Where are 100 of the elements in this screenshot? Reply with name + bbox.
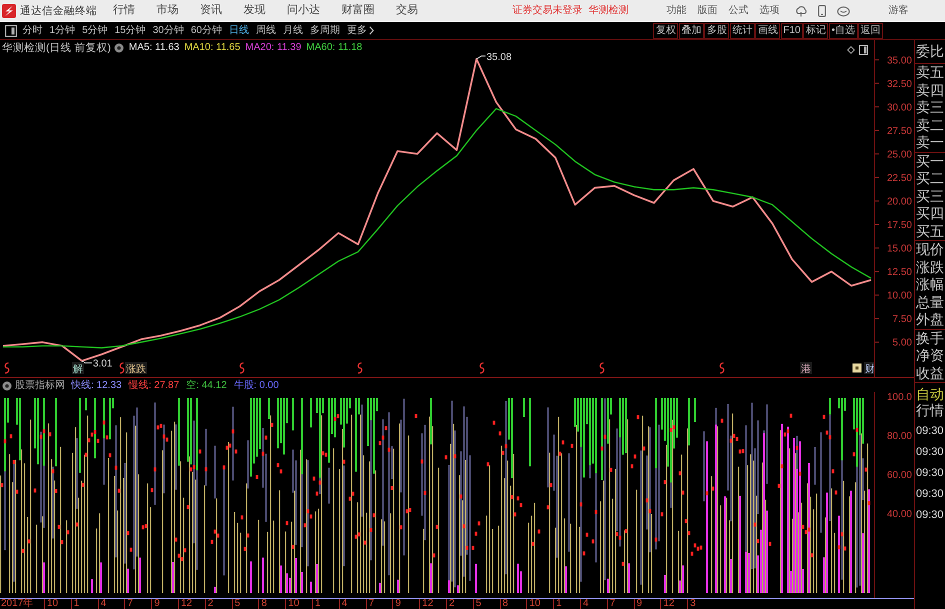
logo-icon: [2, 4, 16, 18]
indicator-value: 牛股: 0.00: [234, 380, 279, 392]
period-tab[interactable]: 15分钟: [111, 22, 150, 38]
period-tab[interactable]: 30分钟: [149, 22, 188, 38]
event-marker-icon[interactable]: [480, 362, 484, 374]
toolbar-button[interactable]: 叠加: [678, 22, 704, 38]
indicator-axis-label: 60.00: [886, 470, 913, 483]
status-notice: 华测检测: [588, 5, 628, 17]
quote-field-label: 买五: [915, 222, 945, 240]
period-tab[interactable]: 分时: [19, 22, 46, 38]
trade-time: 09:30: [915, 424, 945, 439]
period-tab[interactable]: 日线: [226, 22, 252, 38]
price-axis-label: 17.50: [886, 220, 912, 231]
menu-item[interactable]: 功能: [666, 5, 686, 17]
toolbar-button[interactable]: 多股: [704, 22, 730, 38]
indicator-value: 空: 44.12: [186, 380, 227, 392]
quote-field-label: 现价: [915, 241, 945, 258]
price-axis-label: 22.50: [886, 172, 912, 184]
price-axis-label: 35.00: [886, 55, 912, 66]
indicator-value: 快线: 12.33: [71, 380, 122, 392]
price-axis-label: 10.00: [886, 290, 912, 302]
event-marker-icon[interactable]: [4, 362, 10, 374]
price-axis-label: 32.50: [886, 78, 912, 90]
period-tab[interactable]: 5分钟: [78, 22, 112, 38]
period-tab[interactable]: 月线: [280, 22, 306, 38]
message-icon[interactable]: [836, 6, 850, 16]
price-axis-label: 20.00: [886, 196, 912, 208]
cloud-icon[interactable]: [794, 5, 806, 17]
leader-line: [81, 360, 92, 364]
date-axis-label: 7: [124, 599, 152, 609]
note-icon[interactable]: [852, 364, 862, 372]
date-axis-label: 7: [366, 599, 392, 609]
moving-average-value: MA5: 11.63: [128, 42, 180, 54]
period-tab[interactable]: 1分钟: [46, 22, 79, 38]
status-notice: 证券交易未登录: [512, 5, 582, 17]
toolbar-button[interactable]: •自选: [828, 22, 858, 38]
toolbar-button[interactable]: F10: [780, 22, 803, 38]
toolbar-button[interactable]: 标记: [803, 22, 828, 38]
menu-item[interactable]: 选项: [760, 5, 780, 17]
trade-time: 09:30: [915, 466, 945, 481]
phone-icon[interactable]: [818, 5, 826, 17]
menu-item[interactable]: 资讯: [200, 4, 222, 18]
quote-field-label: 换手: [915, 330, 945, 347]
event-marker-icon[interactable]: [358, 362, 362, 374]
event-marker-icon[interactable]: [600, 362, 604, 374]
toolbar-button[interactable]: 统计: [730, 22, 755, 38]
stock-title: 华测检测(日线 前复权): [2, 42, 111, 55]
event-tag[interactable]: 解: [72, 362, 84, 375]
quote-field-label: 买一: [915, 152, 945, 170]
date-axis-label: 7: [606, 599, 634, 609]
menu-item[interactable]: 版面: [698, 5, 718, 17]
event-marker-icon[interactable]: [240, 362, 244, 374]
panel-icon[interactable]: [5, 24, 17, 36]
menu-item[interactable]: 行情: [113, 4, 135, 18]
event-marker-icon[interactable]: [720, 362, 724, 374]
price-axis-label: 30.00: [886, 102, 912, 114]
quote-mode-label[interactable]: 行情: [915, 402, 945, 418]
date-axis-label: 4: [338, 599, 366, 609]
panel-icon[interactable]: [859, 45, 868, 55]
date-axis-label: 8: [258, 599, 286, 609]
toolbar-button[interactable]: 画线: [755, 22, 780, 38]
more-button[interactable]: 更多: [344, 22, 378, 38]
diamond-icon[interactable]: [847, 46, 855, 54]
date-axis-label: 4: [98, 599, 124, 609]
menu-item[interactable]: 财富圈: [342, 4, 374, 18]
date-axis-label: 9: [634, 599, 660, 609]
toolbar-button[interactable]: 返回: [858, 22, 883, 38]
date-axis-label: 1: [553, 599, 580, 609]
quote-mode-label[interactable]: 自动: [915, 386, 945, 402]
quote-field-label: 委比: [915, 42, 945, 61]
menu-item[interactable]: 公式: [728, 5, 748, 17]
date-axis-label: 12: [419, 599, 446, 609]
guest-login-link[interactable]: 游客: [888, 5, 908, 17]
period-tab[interactable]: 多周期: [306, 22, 344, 38]
menu-item[interactable]: 问小达: [287, 4, 320, 18]
menu-item[interactable]: 市场: [156, 4, 178, 18]
app-title: 通达信金融终端: [20, 4, 98, 18]
settings-icon[interactable]: [2, 381, 12, 391]
quote-field-label: 外盘: [915, 311, 945, 328]
low-price-label: 3.01: [92, 358, 112, 370]
period-tab[interactable]: 周线: [252, 22, 280, 38]
event-tag[interactable]: 涨跌: [125, 362, 147, 375]
toolbar-button[interactable]: 复权: [653, 22, 678, 38]
price-axis-label: 5.00: [892, 338, 912, 349]
date-axis-label: 2017年: [0, 599, 34, 609]
date-axis-label: 3: [687, 599, 714, 609]
peak-price-label: 35.08: [486, 52, 512, 63]
period-tab[interactable]: 60分钟: [187, 22, 226, 38]
menu-item[interactable]: 交易: [396, 4, 418, 18]
date-axis-label: 10: [526, 599, 554, 609]
menu-item[interactable]: 发现: [244, 4, 266, 18]
indicator-title: 股票指标网: [15, 380, 65, 392]
event-tag[interactable]: 港: [800, 362, 812, 375]
quote-field-label: 涨跌: [915, 258, 945, 276]
settings-icon[interactable]: [114, 43, 124, 54]
date-axis-label: 9: [151, 599, 178, 609]
quote-field-label: 买四: [915, 205, 945, 222]
price-axis-label: 7.50: [892, 314, 912, 326]
event-marker-icon[interactable]: [120, 362, 124, 374]
quote-field-label: 卖三: [915, 99, 945, 116]
